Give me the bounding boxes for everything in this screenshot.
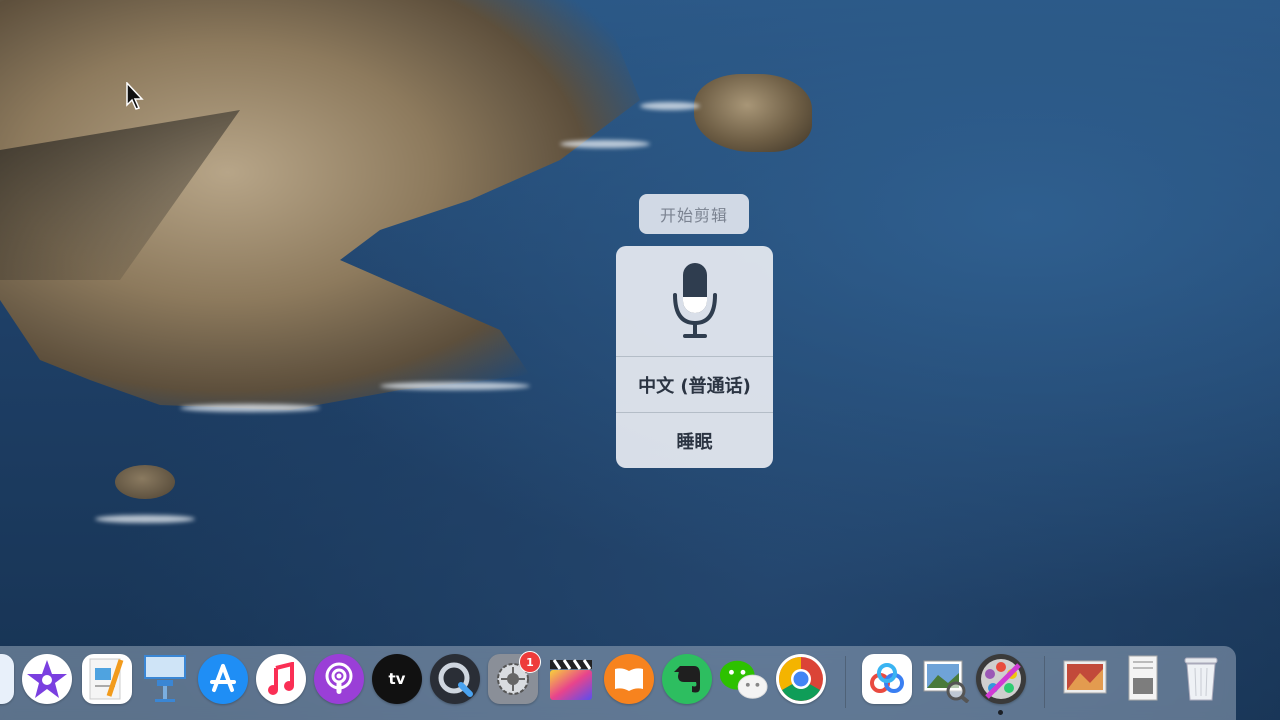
imovie-star-icon[interactable]	[22, 654, 72, 704]
keynote-podium-icon[interactable]	[140, 654, 190, 704]
dictation-hint-text: 开始剪辑	[659, 206, 728, 225]
preview-icon[interactable]	[920, 654, 970, 704]
quicktime-icon[interactable]	[430, 654, 480, 704]
clapperboard-icon[interactable]	[546, 654, 596, 704]
microphone-icon	[672, 263, 717, 338]
mouse-pointer-icon	[126, 82, 144, 110]
cloud-icon[interactable]	[862, 654, 912, 704]
elephant-icon[interactable]	[662, 654, 712, 704]
offshore-rock	[694, 74, 812, 152]
document-icon[interactable]	[1118, 654, 1168, 704]
language-label: 中文 (普通话)	[638, 375, 751, 397]
wechat-icon[interactable]	[718, 654, 768, 704]
app-store-icon[interactable]	[198, 654, 248, 704]
surf-foam	[380, 382, 530, 390]
surf-foam	[95, 515, 195, 523]
dictation-panel: 中文 (普通话) 睡眠	[616, 246, 773, 468]
music-note-icon[interactable]	[256, 654, 306, 704]
apple-tv-label: tv	[388, 670, 406, 688]
dock-separator	[845, 656, 846, 708]
sleep-label: 睡眠	[676, 431, 713, 453]
surf-foam	[180, 404, 320, 412]
running-indicator	[998, 710, 1003, 715]
surf-foam	[640, 102, 700, 110]
pages-icon[interactable]	[82, 654, 132, 704]
apple-tv-icon[interactable]: tv	[372, 654, 422, 704]
chrome-icon[interactable]	[776, 654, 826, 704]
finder-icon[interactable]	[0, 654, 14, 704]
film-reel-icon[interactable]	[976, 654, 1026, 704]
dock-separator	[1044, 656, 1045, 708]
small-rock	[115, 465, 175, 499]
dictation-hint: 开始剪辑	[639, 194, 749, 234]
sleep-button[interactable]: 睡眠	[616, 413, 773, 468]
trash-icon[interactable]	[1176, 654, 1226, 704]
downloads-icon[interactable]	[1060, 654, 1110, 704]
podcasts-icon[interactable]	[314, 654, 364, 704]
notification-badge: 1	[519, 651, 541, 673]
microphone-area[interactable]	[616, 246, 773, 356]
badge-count: 1	[526, 655, 534, 669]
language-selector[interactable]: 中文 (普通话)	[616, 357, 773, 412]
surf-foam	[560, 140, 650, 148]
book-icon[interactable]	[604, 654, 654, 704]
